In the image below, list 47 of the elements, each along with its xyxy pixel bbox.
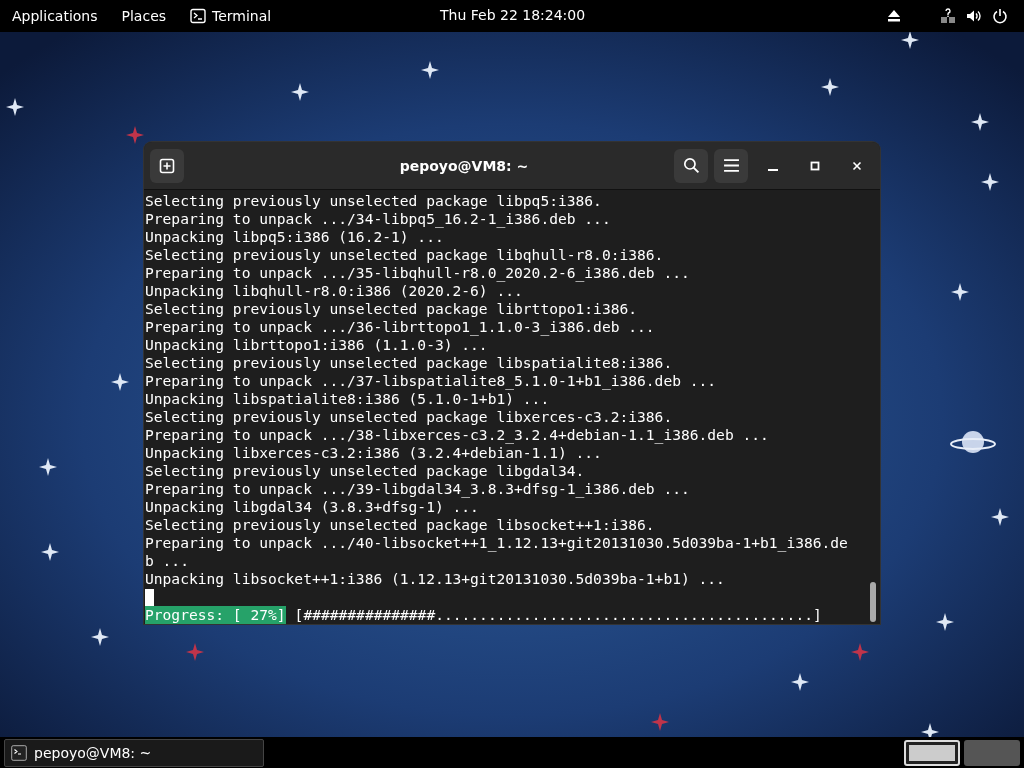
terminal-line: Unpacking libqhull-r8.0:i386 (2020.2-6) ... bbox=[145, 282, 523, 300]
terminal-line: Unpacking libsocket++1:i386 (1.12.13+git20131030.5d039ba-1+b1) ... bbox=[145, 570, 725, 588]
taskbar-window-button[interactable]: pepoyo@VM8: ~ bbox=[4, 738, 264, 767]
terminal-line: Preparing to unpack .../37-libspatialite8_5.1.0-1+b1_i386.deb ... bbox=[145, 372, 717, 390]
plus-icon bbox=[159, 157, 175, 174]
terminal-line: Selecting previously unselected package libsocket++1:i386. bbox=[145, 516, 655, 534]
terminal-line: Selecting previously unselected package libxerces-c3.2:i386. bbox=[145, 408, 673, 426]
maximize-icon bbox=[810, 160, 820, 171]
terminal-line: Selecting previously unselected package libqhull-r8.0:i386. bbox=[145, 246, 664, 264]
close-icon bbox=[852, 160, 862, 171]
progress-bar-text: [###############...........................................] bbox=[294, 606, 822, 624]
app-menu[interactable]: Terminal bbox=[190, 8, 272, 24]
terminal-line: Unpacking libpq5:i386 (16.2-1) ... bbox=[145, 228, 444, 246]
clock[interactable]: Thu Feb 22 18:24:00 bbox=[440, 7, 586, 23]
terminal-line: Preparing to unpack .../39-libgdal34_3.8.3+dfsg-1_i386.deb ... bbox=[145, 480, 690, 498]
terminal-line: Unpacking libxerces-c3.2:i386 (3.2.4+debian-1.1) ... bbox=[145, 444, 602, 462]
terminal-line: Selecting previously unselected package librttopo1:i386. bbox=[145, 300, 638, 318]
window-title: pepoyo@VM8: ~ bbox=[398, 157, 530, 174]
terminal-line: Unpacking libgdal34 (3.8.3+dfsg-1) ... bbox=[145, 498, 479, 516]
terminal-line: Selecting previously unselected package libpq5:i386. bbox=[145, 192, 602, 210]
terminal-line: Preparing to unpack .../35-libqhull-r8.0_2020.2-6_i386.deb ... bbox=[145, 264, 690, 282]
search-button[interactable] bbox=[674, 148, 708, 183]
new-tab-button[interactable] bbox=[150, 148, 184, 183]
top-bar-menu[interactable]: Places bbox=[121, 8, 167, 24]
progress-label: Progress: [ 27%] bbox=[145, 606, 286, 624]
eject-icon[interactable] bbox=[886, 8, 902, 24]
power-icon[interactable] bbox=[992, 8, 1008, 24]
network-icon[interactable] bbox=[940, 8, 956, 24]
menu-icon bbox=[722, 157, 740, 174]
terminal-icon bbox=[11, 744, 27, 761]
volume-icon[interactable] bbox=[966, 8, 982, 24]
search-icon bbox=[682, 157, 700, 174]
terminal-line: Preparing to unpack .../38-libxerces-c3.2_3.2.4+debian-1.1_i386.deb ... bbox=[145, 426, 769, 444]
terminal-line: Unpacking libspatialite8:i386 (5.1.0-1+b1) ... bbox=[145, 390, 550, 408]
terminal-line: Selecting previously unselected package libgdal34. bbox=[145, 462, 585, 480]
terminal-line: Preparing to unpack .../36-librttopo1_1.1.0-3_i386.deb ... bbox=[145, 318, 655, 336]
top-bar-menu[interactable]: Applications bbox=[12, 8, 98, 24]
workspace-button[interactable] bbox=[904, 739, 960, 766]
text-cursor bbox=[145, 588, 154, 606]
terminal-icon bbox=[190, 8, 207, 24]
terminal-line: Preparing to unpack .../34-libpq5_16.2-1_i386.deb ... bbox=[145, 210, 611, 228]
terminal-line: Preparing to unpack .../40-libsocket++1_1.12.13+git20131030.5d039ba-1+b1_i386.de bbox=[145, 534, 848, 552]
menu-button[interactable] bbox=[714, 148, 748, 183]
terminal-line: b ... bbox=[145, 552, 189, 570]
terminal-line: Unpacking librttopo1:i386 (1.1.0-3) ... bbox=[145, 336, 488, 354]
minimize-icon bbox=[768, 168, 778, 171]
terminal-line: Selecting previously unselected package libspatialite8:i386. bbox=[145, 354, 673, 372]
